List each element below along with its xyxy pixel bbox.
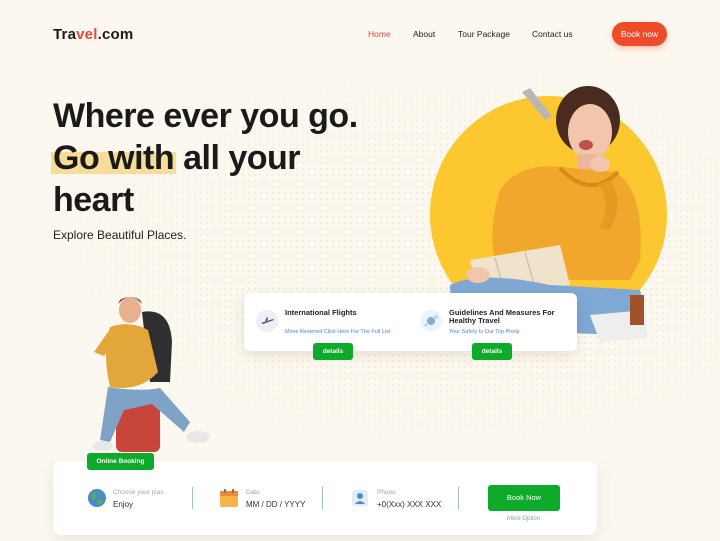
flights-title: International Flights bbox=[285, 308, 357, 317]
nav-about[interactable]: About bbox=[413, 29, 435, 39]
guidelines-desc[interactable]: Your Safety Is Our Top Piroty bbox=[449, 329, 520, 335]
guidelines-details-button[interactable]: details bbox=[472, 343, 512, 360]
calendar-icon bbox=[219, 488, 239, 508]
hero-highlight: Go with bbox=[50, 139, 177, 177]
nav-tour-package[interactable]: Tour Package bbox=[458, 29, 510, 39]
book-now-header-button[interactable]: Book now bbox=[612, 22, 667, 46]
virus-icon bbox=[420, 310, 442, 332]
logo-prefix: Tra bbox=[53, 26, 77, 43]
more-option-link[interactable]: More Option bbox=[507, 516, 540, 522]
woman-on-suitcase-image bbox=[93, 297, 210, 452]
nav-home[interactable]: Home bbox=[368, 29, 391, 39]
logo-suffix: .com bbox=[97, 26, 134, 43]
info-card: International Flights Move Restored Clic… bbox=[244, 293, 577, 360]
hero-title-line3: heart bbox=[53, 181, 134, 219]
hero-title-line2: Go with all your bbox=[50, 138, 301, 178]
flights-details-button[interactable]: details bbox=[313, 343, 353, 360]
hero-title-line1: Where ever you go. bbox=[53, 97, 358, 135]
guidelines-title: Guidelines And Measures For Healthy Trav… bbox=[449, 308, 555, 325]
place-input[interactable]: Enjoy bbox=[113, 500, 133, 509]
phone-contact-icon bbox=[350, 488, 370, 508]
date-label: Date bbox=[246, 489, 260, 496]
booking-bar: Choose your plas Enjoy Date MM / DD / YY… bbox=[53, 461, 597, 535]
divider bbox=[192, 487, 193, 509]
divider bbox=[322, 487, 323, 509]
plane-icon bbox=[256, 310, 278, 332]
logo-accent: vel bbox=[76, 26, 98, 43]
book-now-button[interactable]: Book Now bbox=[488, 485, 560, 511]
phone-label: Phone bbox=[377, 489, 396, 496]
hero-title-line2-rest: all your bbox=[174, 139, 301, 177]
nav-contact-us[interactable]: Contact us bbox=[532, 29, 573, 39]
online-booking-tab[interactable]: Online Booking bbox=[87, 453, 154, 470]
place-label: Choose your plas bbox=[113, 489, 164, 496]
date-input[interactable]: MM / DD / YYYY bbox=[246, 500, 305, 509]
flights-desc[interactable]: Move Restored Click Here For The Full Li… bbox=[285, 329, 390, 335]
hero-subtitle: Explore Beautiful Places. bbox=[53, 228, 187, 242]
logo[interactable]: Travel.com bbox=[53, 26, 133, 43]
divider bbox=[458, 487, 459, 509]
phone-input[interactable]: +0(Xxx) XXX XXX bbox=[377, 500, 441, 509]
globe-icon bbox=[87, 488, 107, 508]
